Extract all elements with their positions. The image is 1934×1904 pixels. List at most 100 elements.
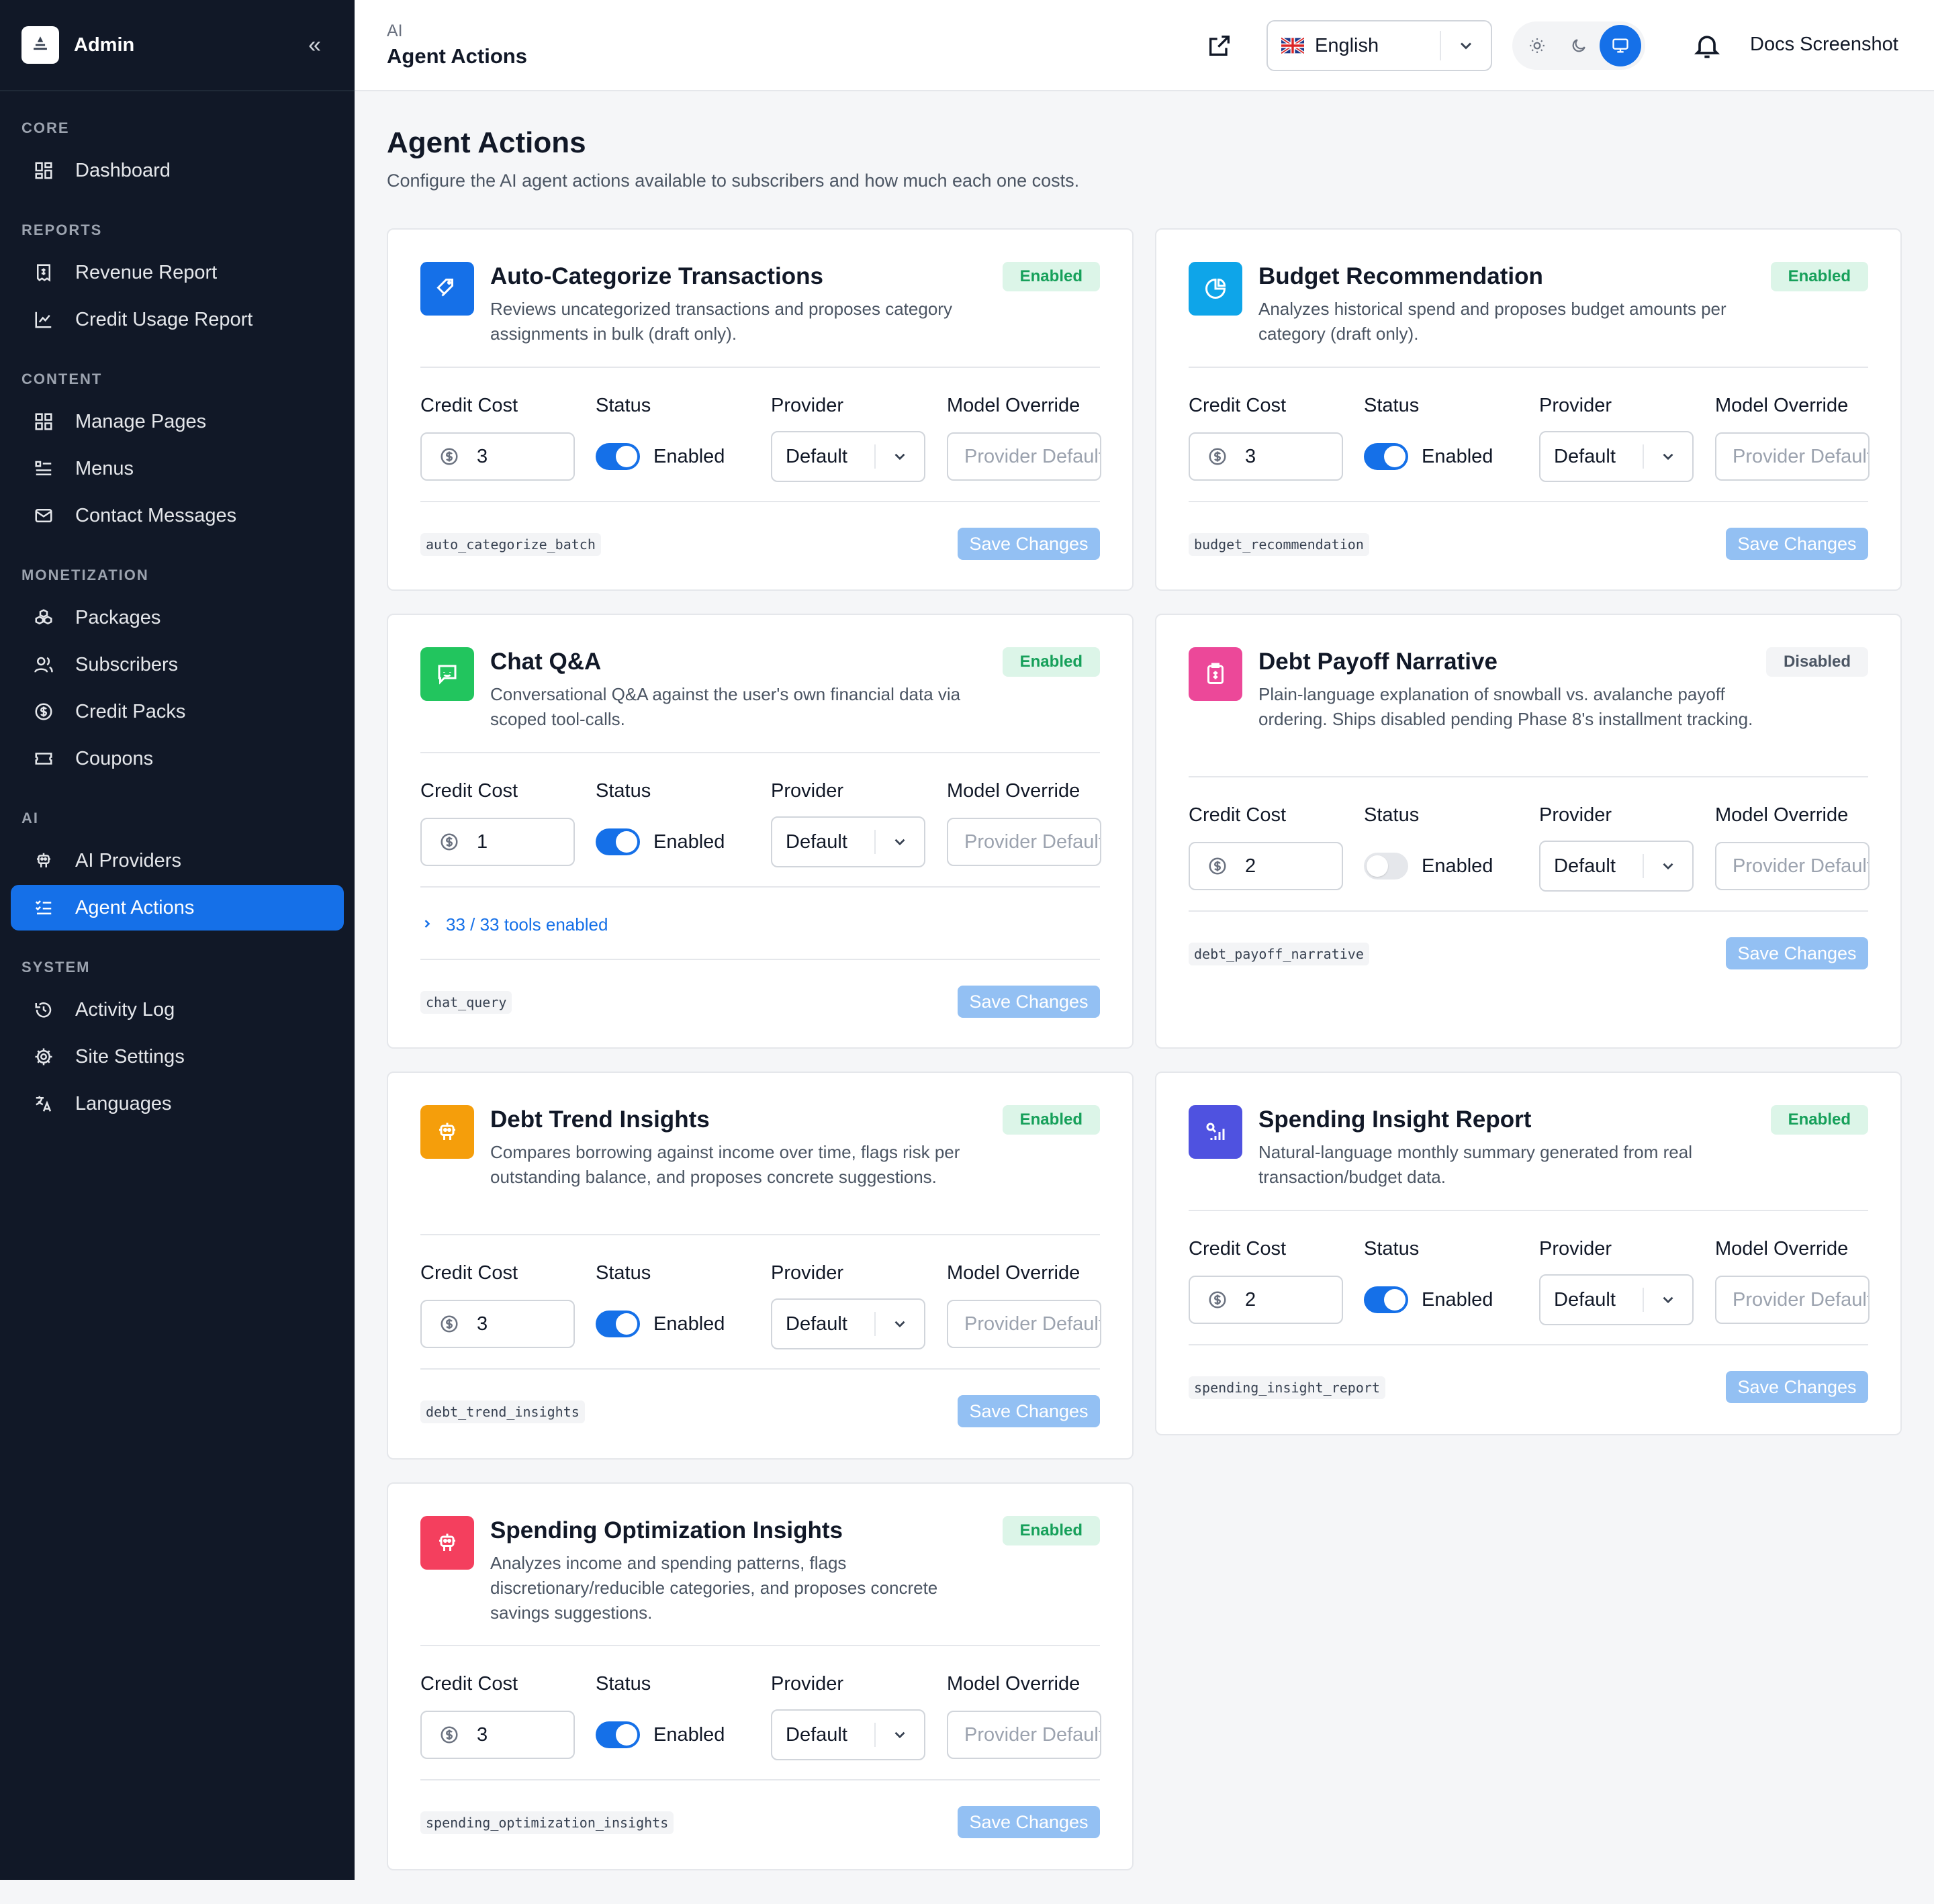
provider-select[interactable]: Default [771,431,925,482]
breadcrumb-current: Agent Actions [387,44,527,68]
sidebar-item-contact-messages[interactable]: Contact Messages [11,493,344,538]
mail-icon [32,504,55,527]
sidebar-item-credit-packs[interactable]: Credit Packs [11,689,344,734]
model-override-input[interactable] [947,432,1101,481]
model-override-input[interactable] [1715,842,1870,890]
provider-value: Default [786,1723,847,1746]
status-toggle-label: Enabled [653,1313,725,1335]
status-toggle[interactable] [596,443,640,470]
receipt-icon [32,261,55,284]
card-description: Conversational Q&A against the user's ow… [490,684,961,729]
external-link-icon[interactable] [1206,32,1233,59]
model-override-label: Model Override [1715,395,1849,416]
sidebar-item-activity-log[interactable]: Activity Log [11,987,344,1033]
credit-cost-input[interactable]: 2 [1189,1276,1343,1324]
status-label: Status [1364,804,1420,826]
status-badge: Enabled [1002,262,1100,291]
chevron-down-icon [876,1726,924,1744]
sidebar-item-credit-usage-report[interactable]: Credit Usage Report [11,297,344,342]
robot-icon [420,1105,474,1159]
sidebar-item-label: Manage Pages [75,410,207,432]
sidebar-section-monetization: MONETIZATION Packages Subscribers Credit… [0,567,355,781]
sidebar-section-label: AI [21,810,39,826]
model-override-input[interactable] [1715,1276,1870,1324]
boxes-icon [32,606,55,629]
save-button[interactable]: Save Changes [958,1395,1100,1427]
credit-cost-input[interactable]: 2 [1189,842,1343,890]
tools-toggle[interactable]: 33 / 33 tools enabled [420,914,608,935]
user-menu[interactable]: Docs Screenshot [1750,34,1898,56]
language-select[interactable]: English [1267,20,1492,71]
sidebar-item-manage-pages[interactable]: Manage Pages [11,399,344,444]
card-description: Natural-language monthly summary generat… [1258,1142,1692,1187]
sidebar-item-dashboard[interactable]: Dashboard [11,148,344,193]
divider [420,886,1100,888]
status-toggle[interactable] [1364,1286,1408,1313]
sidebar-section-label: CONTENT [21,371,103,387]
bell-icon[interactable] [1692,31,1722,60]
sidebar-item-agent-actions[interactable]: Agent Actions [11,885,344,931]
provider-select[interactable]: Default [1539,1274,1694,1325]
sidebar-item-languages[interactable]: Languages [11,1081,344,1127]
sidebar-item-site-settings[interactable]: Site Settings [11,1034,344,1080]
status-toggle[interactable] [596,1721,640,1748]
breadcrumb-parent[interactable]: AI [387,21,403,41]
status-toggle[interactable] [596,828,640,855]
credit-cost-input[interactable]: 3 [420,1711,575,1759]
credit-cost-input[interactable]: 1 [420,818,575,866]
status-toggle-group: Enabled [1364,1286,1493,1313]
provider-label: Provider [1539,395,1612,416]
save-button[interactable]: Save Changes [1726,937,1868,969]
system-theme-button[interactable] [1600,25,1641,66]
save-button[interactable]: Save Changes [1726,1371,1868,1403]
sidebar-item-subscribers[interactable]: Subscribers [11,642,344,687]
provider-label: Provider [771,395,843,416]
provider-select[interactable]: Default [771,816,925,867]
model-override-input[interactable] [947,818,1101,866]
translate-icon [32,1092,55,1115]
sidebar-item-menus[interactable]: Menus [11,446,344,491]
save-button[interactable]: Save Changes [958,528,1100,560]
credit-cost-input[interactable]: 3 [1189,432,1343,481]
sidebar-item-label: AI Providers [75,849,181,871]
provider-select[interactable]: Default [1539,431,1694,482]
chevron-right-icon [420,914,434,935]
divider [1189,910,1868,912]
save-button[interactable]: Save Changes [958,1806,1100,1838]
credit-cost-input[interactable]: 3 [420,432,575,481]
sidebar-item-label: Menus [75,457,134,479]
sidebar-item-ai-providers[interactable]: AI Providers [11,838,344,884]
provider-select[interactable]: Default [771,1709,925,1760]
sidebar-header: Admin « [0,0,355,91]
model-override-input[interactable] [947,1300,1101,1348]
credit-cost-input[interactable]: 3 [420,1300,575,1348]
sidebar-item-coupons[interactable]: Coupons [11,736,344,781]
sidebar-item-revenue-report[interactable]: Revenue Report [11,250,344,295]
light-theme-button[interactable] [1516,25,1558,66]
provider-select[interactable]: Default [771,1298,925,1349]
pie-chart-icon [1189,262,1242,316]
status-toggle[interactable] [1364,443,1408,470]
divider [420,1645,1100,1646]
dollar-icon [1209,448,1226,465]
model-override-input[interactable] [947,1711,1101,1759]
dark-theme-button[interactable] [1558,25,1600,66]
card-title: Auto-Categorize Transactions [490,263,823,289]
sidebar-item-label: Revenue Report [75,261,218,283]
credit-cost-label: Credit Cost [1189,804,1287,826]
status-badge: Enabled [1770,262,1868,291]
status-toggle[interactable] [596,1311,640,1337]
action-slug: debt_payoff_narrative [1189,943,1369,965]
model-override-label: Model Override [1715,804,1849,826]
divider [420,501,1100,502]
sun-icon [1530,38,1545,53]
save-button[interactable]: Save Changes [1726,528,1868,560]
provider-select[interactable]: Default [1539,841,1694,892]
status-badge: Enabled [1770,1105,1868,1135]
sidebar-item-packages[interactable]: Packages [11,595,344,640]
status-toggle[interactable] [1364,853,1408,879]
model-override-input[interactable] [1715,432,1870,481]
save-button[interactable]: Save Changes [958,986,1100,1018]
collapse-sidebar-icon[interactable]: « [308,32,321,58]
agent-action-card: Budget Recommendation Analyzes historica… [1155,228,1902,591]
